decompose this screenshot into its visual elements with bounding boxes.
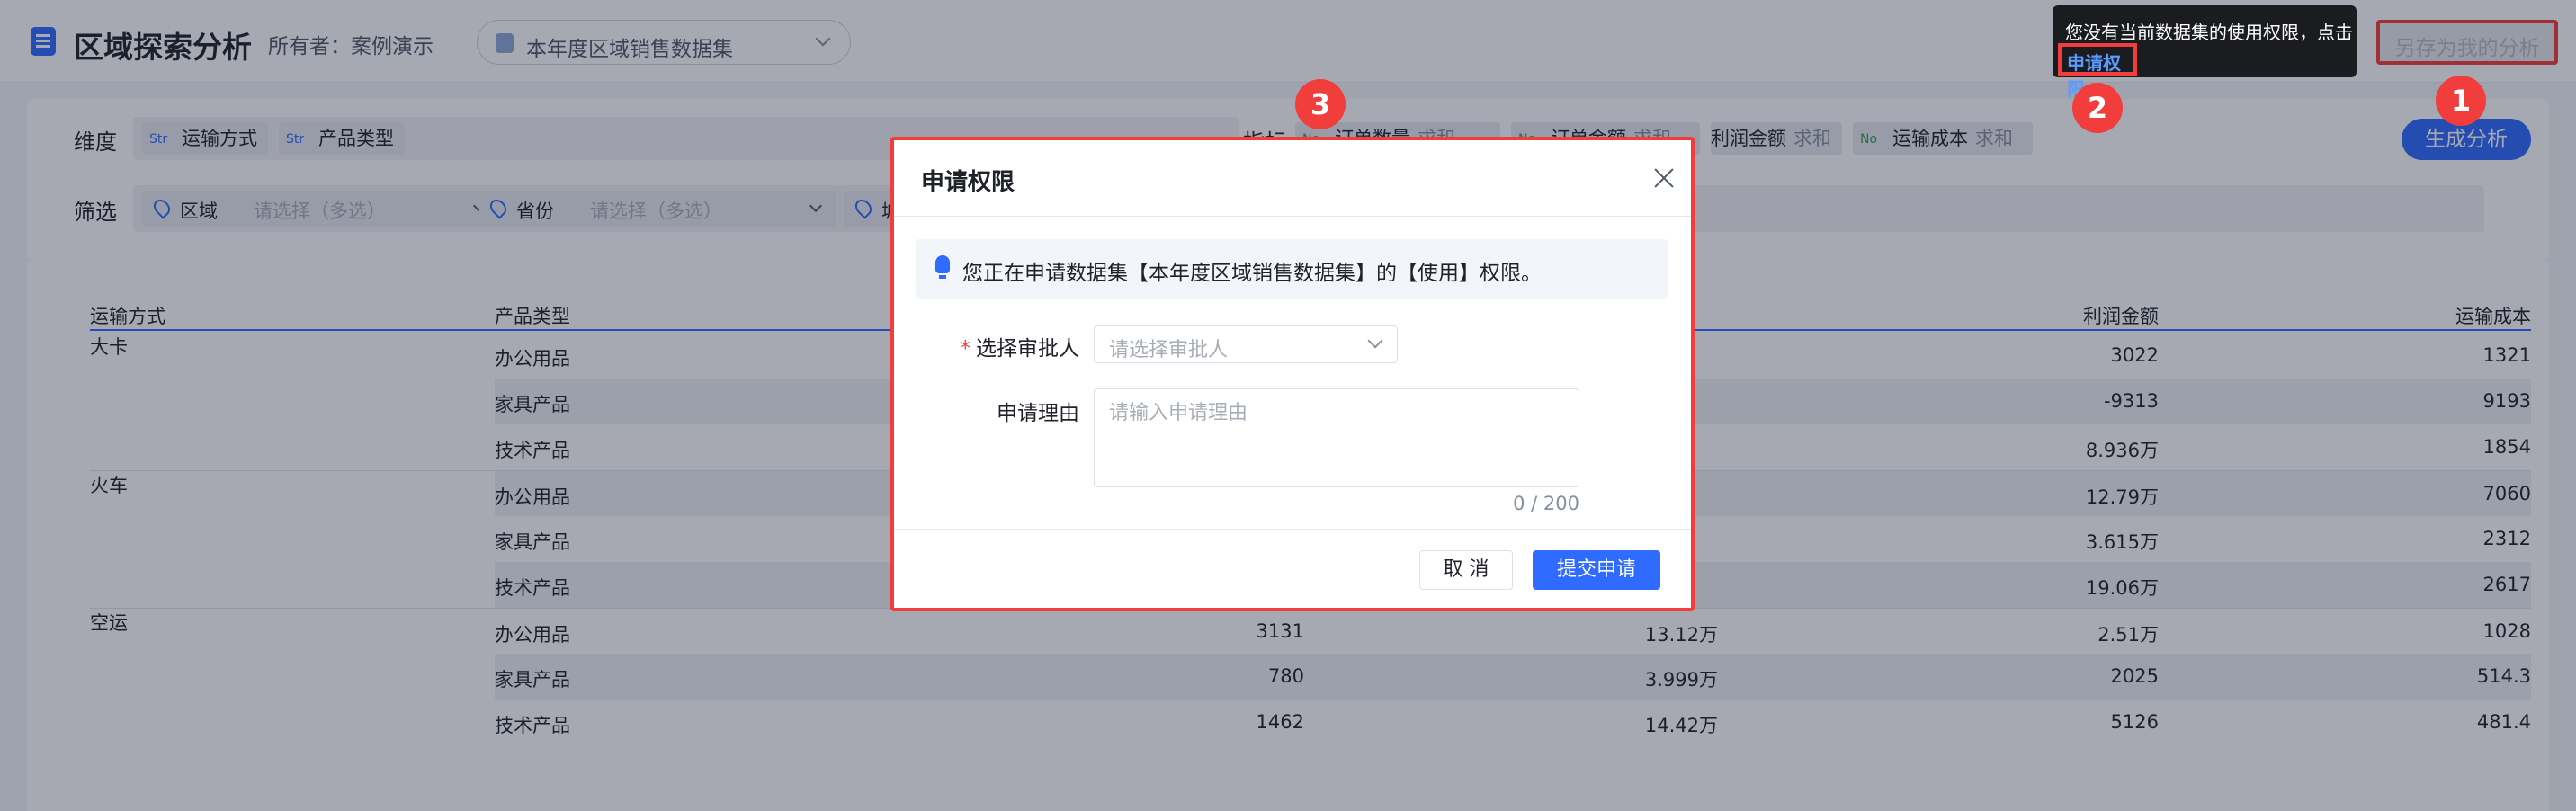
request-permission-dialog: 申请权限 您正在申请数据集【本年度区域销售数据集】的【使用】权限。 * 选择审批人… (890, 137, 1695, 611)
reason-field-label: 申请理由 (997, 402, 1079, 425)
close-icon[interactable] (1651, 165, 1677, 191)
permission-tooltip: 您没有当前数据集的使用权限，点击 申请权限 (2053, 5, 2357, 100)
step-badge-3: 3 (1295, 79, 1346, 129)
request-permission-link[interactable]: 申请权限 (2058, 43, 2137, 100)
chevron-down-icon (1367, 333, 1383, 349)
tooltip-text: 您没有当前数据集的使用权限，点击 (2065, 22, 2353, 43)
lightbulb-icon (935, 255, 950, 279)
approver-select[interactable]: 请选择审批人 (1094, 325, 1398, 363)
dialog-footer-divider (894, 529, 1691, 530)
required-asterisk: * (960, 337, 971, 361)
reason-textarea[interactable] (1094, 388, 1579, 487)
step-badge-2: 2 (2072, 83, 2123, 133)
approver-field-label: * 选择审批人 (930, 331, 1080, 361)
dialog-title: 申请权限 (921, 169, 1015, 196)
permission-info-text: 您正在申请数据集【本年度区域销售数据集】的【使用】权限。 (962, 262, 1542, 285)
approver-label-text: 选择审批人 (976, 337, 1079, 361)
dialog-header-divider (894, 216, 1691, 217)
cancel-button[interactable]: 取 消 (1419, 550, 1513, 590)
approver-placeholder: 请选择审批人 (1109, 339, 1229, 361)
permission-info-banner: 您正在申请数据集【本年度区域销售数据集】的【使用】权限。 (916, 239, 1668, 299)
submit-request-button[interactable]: 提交申请 (1533, 550, 1660, 590)
step-badge-1: 1 (2436, 76, 2486, 126)
reason-char-counter: 0 / 200 (1513, 493, 1579, 514)
